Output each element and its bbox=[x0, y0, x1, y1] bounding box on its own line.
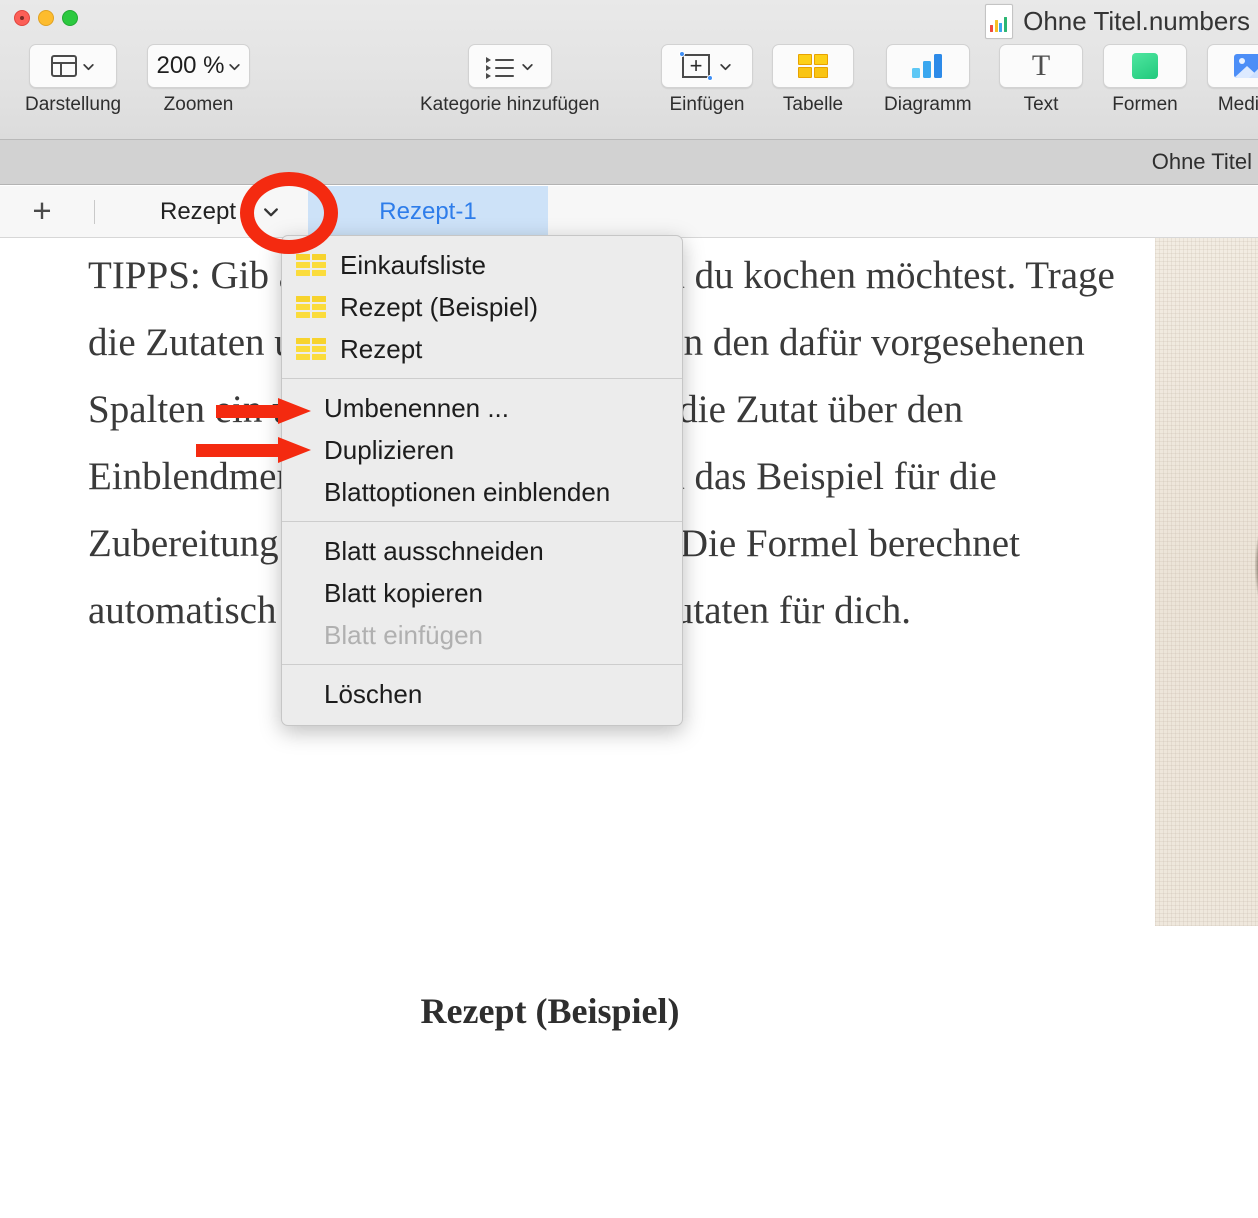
document-title: Ohne Titel.numbers bbox=[1023, 6, 1250, 37]
menu-item-label: Rezept bbox=[340, 334, 422, 365]
window-controls bbox=[14, 10, 78, 26]
menu-item-loeschen[interactable]: Löschen bbox=[282, 673, 682, 715]
toolbar-items: Darstellung 200 % Zoomen bbox=[0, 44, 1258, 136]
menu-item-blatt-kopieren[interactable]: Blatt kopieren bbox=[282, 572, 682, 614]
menu-item-label: Blatt einfügen bbox=[324, 620, 483, 651]
table-icon bbox=[798, 54, 828, 78]
maximize-button[interactable] bbox=[62, 10, 78, 26]
document-name[interactable]: Ohne Titel bbox=[1152, 149, 1252, 175]
sheet-icon bbox=[296, 254, 326, 277]
chevron-down-icon bbox=[228, 60, 241, 73]
menu-item-rezept-beispiel[interactable]: Rezept (Beispiel) bbox=[282, 286, 682, 328]
menu-item-label: Löschen bbox=[324, 679, 422, 710]
menu-item-umbenennen[interactable]: Umbenennen ... bbox=[282, 387, 682, 429]
toolbar-item-medien[interactable]: Medien bbox=[1207, 44, 1258, 115]
sheet-tab-rezept-1[interactable]: Rezept-1 bbox=[308, 186, 548, 237]
menu-item-label: Blatt ausschneiden bbox=[324, 536, 544, 567]
minimize-button[interactable] bbox=[38, 10, 54, 26]
menu-item-label: Duplizieren bbox=[324, 435, 454, 466]
shapes-icon bbox=[1132, 53, 1158, 79]
document-title-area: Ohne Titel.numbers bbox=[985, 4, 1250, 39]
media-icon bbox=[1234, 54, 1258, 78]
sheet-context-menu[interactable]: Einkaufsliste Rezept (Beispiel) Rezept U… bbox=[281, 235, 683, 726]
menu-item-duplizieren[interactable]: Duplizieren bbox=[282, 429, 682, 471]
layout-panel-icon bbox=[51, 55, 77, 77]
toolbar-item-zoomen[interactable]: 200 % Zoomen bbox=[147, 44, 250, 115]
darstellung-label: Darstellung bbox=[25, 95, 121, 115]
toolbar-item-kategorie[interactable]: Kategorie hinzufügen bbox=[420, 44, 600, 115]
diagramm-label: Diagramm bbox=[884, 95, 972, 115]
medien-button[interactable] bbox=[1207, 44, 1258, 88]
menu-item-blattoptionen-einblenden[interactable]: Blattoptionen einblenden bbox=[282, 471, 682, 513]
sheet-tab-bar: + Rezept Rezept-1 bbox=[0, 186, 1258, 238]
einfuegen-label: Einfügen bbox=[669, 95, 744, 115]
text-label: Text bbox=[1024, 95, 1059, 115]
doc-icon-bars bbox=[990, 17, 1007, 32]
diagramm-button[interactable] bbox=[886, 44, 970, 88]
menu-item-label: Blatt kopieren bbox=[324, 578, 483, 609]
category-list-icon bbox=[486, 55, 516, 77]
zoom-value: 200 % bbox=[156, 52, 224, 80]
menu-item-blatt-ausschneiden[interactable]: Blatt ausschneiden bbox=[282, 530, 682, 572]
highlight-circle-tab-chevron bbox=[240, 172, 338, 254]
zoom-button[interactable]: 200 % bbox=[147, 44, 250, 88]
menu-item-label: Umbenennen ... bbox=[324, 393, 509, 424]
text-button[interactable]: T bbox=[999, 44, 1083, 88]
kategorie-label: Kategorie hinzufügen bbox=[420, 95, 600, 115]
toolbar-item-text[interactable]: T Text bbox=[999, 44, 1083, 115]
add-sheet-button[interactable]: + bbox=[27, 197, 57, 227]
arrow-duplizieren bbox=[196, 437, 311, 463]
toolbar-item-formen[interactable]: Formen bbox=[1103, 44, 1187, 115]
tabbar-divider bbox=[94, 200, 95, 224]
menu-item-label: Einkaufsliste bbox=[340, 250, 486, 281]
toolbar-item-darstellung[interactable]: Darstellung bbox=[25, 44, 121, 115]
kategorie-hinzufuegen-button[interactable] bbox=[468, 44, 552, 88]
menu-item-label: Blattoptionen einblenden bbox=[324, 477, 610, 508]
tabelle-label: Tabelle bbox=[783, 95, 843, 115]
menu-separator bbox=[282, 664, 682, 665]
chart-icon bbox=[912, 54, 944, 78]
toolbar-item-einfuegen[interactable]: + Einfügen bbox=[661, 44, 753, 115]
recipe-photo bbox=[1155, 238, 1258, 926]
menu-separator bbox=[282, 378, 682, 379]
document-name-bar: Ohne Titel bbox=[0, 140, 1258, 185]
insert-object-icon: + bbox=[682, 54, 710, 78]
sheet-tab-label: Rezept bbox=[120, 198, 236, 226]
toolbar-item-tabelle[interactable]: Tabelle bbox=[772, 44, 854, 115]
einfuegen-button[interactable]: + bbox=[661, 44, 753, 88]
darstellung-button[interactable] bbox=[29, 44, 117, 88]
arrow-umbenennen bbox=[216, 398, 311, 424]
menu-item-rezept[interactable]: Rezept bbox=[282, 328, 682, 370]
close-button[interactable] bbox=[14, 10, 30, 26]
text-icon: T bbox=[1032, 53, 1050, 79]
tabelle-button[interactable] bbox=[772, 44, 854, 88]
formen-label: Formen bbox=[1112, 95, 1177, 115]
menu-item-label: Rezept (Beispiel) bbox=[340, 292, 538, 323]
menu-item-einkaufsliste[interactable]: Einkaufsliste bbox=[282, 244, 682, 286]
formen-button[interactable] bbox=[1103, 44, 1187, 88]
chevron-down-icon bbox=[82, 60, 95, 73]
menu-separator bbox=[282, 521, 682, 522]
sheet-icon bbox=[296, 296, 326, 319]
table-title: Rezept (Beispiel) bbox=[0, 990, 1100, 1032]
menu-item-blatt-einfuegen: Blatt einfügen bbox=[282, 614, 682, 656]
numbers-app-window: Ohne Titel.numbers Darstellung 200 % bbox=[0, 0, 1258, 1218]
chevron-down-icon bbox=[719, 60, 732, 73]
numbers-document-icon bbox=[985, 4, 1013, 39]
zoomen-label: Zoomen bbox=[164, 95, 234, 115]
sheet-icon bbox=[296, 338, 326, 361]
toolbar-item-diagramm[interactable]: Diagramm bbox=[884, 44, 972, 115]
chevron-down-icon bbox=[521, 60, 534, 73]
medien-label: Medien bbox=[1218, 95, 1258, 115]
sheet-tab-label: Rezept-1 bbox=[379, 198, 476, 226]
toolbar: Ohne Titel.numbers Darstellung 200 % bbox=[0, 0, 1258, 140]
